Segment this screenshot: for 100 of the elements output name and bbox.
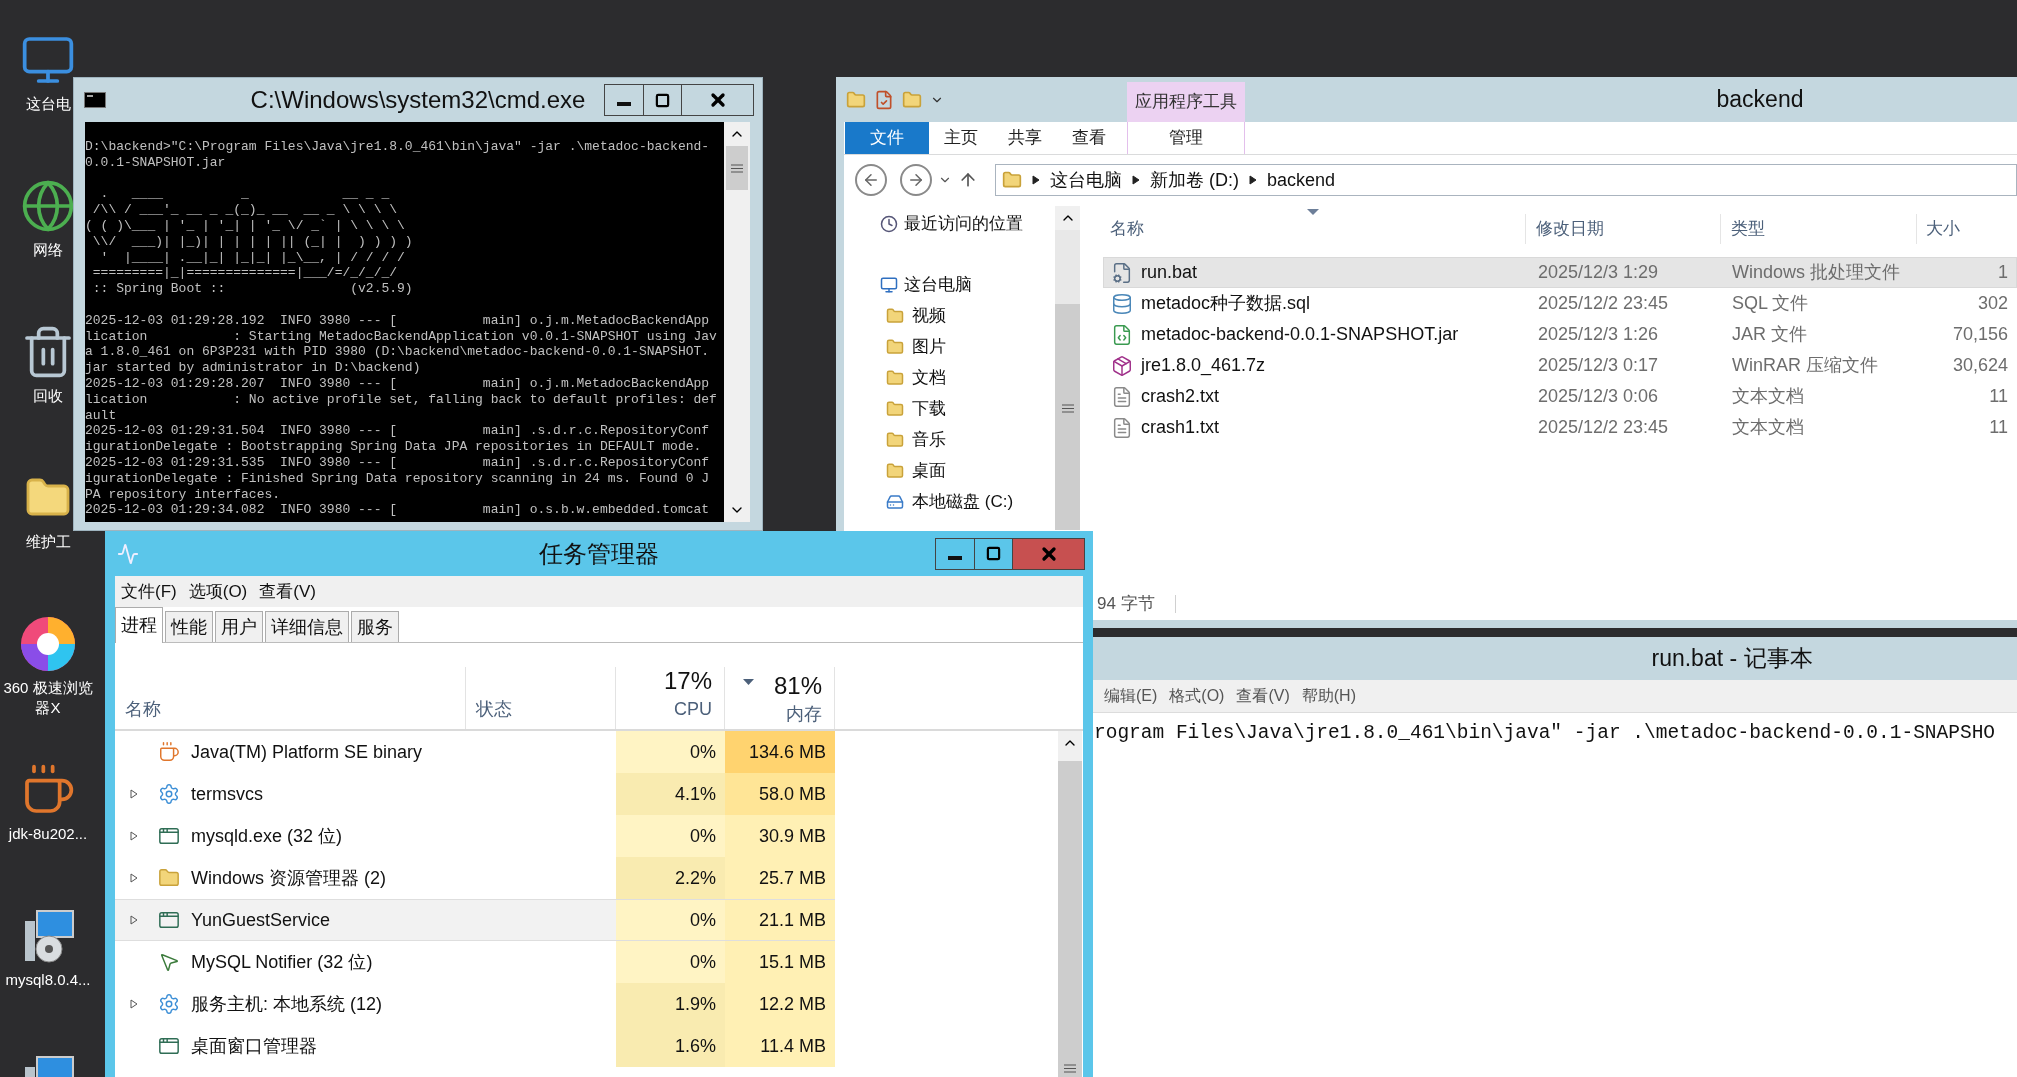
console-line: ( ( )\___ | '_ | '_| | '_ \/ _` | \ \ \ \ (85, 218, 406, 234)
process-row[interactable]: Java(TM) Platform SE binary 0% 134.6 MB (115, 731, 835, 773)
close-button[interactable] (1013, 537, 1085, 570)
scrollbar-thumb[interactable] (726, 146, 748, 190)
nav-item[interactable]: 图片 (844, 331, 1055, 362)
close-button[interactable] (682, 84, 754, 116)
file-row[interactable]: crash2.txt 2025/12/3 0:06 文本文档 11 (1103, 381, 2017, 412)
menu-item[interactable]: 编辑(E) (1104, 684, 1158, 708)
console-line: a 1.8.0_461 on 6P3P231 with PID 3980 (D:\backend\metadoc-backend-0.0.1-SNAPSHOT. (85, 344, 711, 361)
nav-item[interactable]: 下载 (844, 393, 1055, 424)
file-date: 2025/12/3 0:17 (1537, 354, 1660, 377)
file-row[interactable]: metadoc-backend-0.0.1-SNAPSHOT.jar 2025/12/3 1:26 JAR 文件 70,156 (1103, 319, 2017, 350)
folder-icon (1002, 170, 1022, 190)
maximize-button[interactable] (975, 537, 1013, 570)
process-row[interactable]: Windows 资源管理器 (2) 2.2% 25.7 MB (115, 857, 835, 899)
globe-icon[interactable] (20, 178, 76, 234)
process-name: Java(TM) Platform SE binary (191, 740, 423, 764)
process-row[interactable]: termsvcs 4.1% 58.0 MB (115, 773, 835, 815)
menu-item[interactable]: 帮助(H) (1301, 684, 1356, 708)
column-header[interactable]: 修改日期 (1526, 214, 1721, 244)
nav-item[interactable]: 这台电脑 (844, 269, 1055, 300)
process-name: 服务主机: 本地系统 (12) (191, 992, 382, 1016)
desktop-icon-label[interactable]: mysql8.0.4... (5, 970, 91, 990)
desktop-icon-label[interactable]: 维护工 (25, 532, 71, 552)
file-date: 2025/12/2 23:45 (1537, 416, 1670, 439)
column-header[interactable]: 名称 (125, 696, 161, 723)
desktop-icon-label[interactable]: 360 极速浏览器X (0, 678, 96, 718)
memory-total: 81% (773, 671, 822, 701)
tab[interactable]: 进程 (115, 607, 163, 643)
maximize-icon (986, 546, 1001, 561)
desktop-icon-label[interactable]: 这台电 (25, 94, 71, 114)
menu-item[interactable]: 查看(V) (259, 578, 316, 605)
nav-item[interactable]: 文档 (844, 362, 1055, 393)
minimize-button[interactable] (935, 537, 975, 570)
text-content[interactable]: rogram Files\Java\jre1.8.0_461\bin\java" -jar .\metadoc-backend-0.0.1-SNAPSHO (1094, 722, 1996, 744)
memory-cell: 30.9 MB (725, 815, 835, 857)
tab[interactable]: 性能 (165, 611, 213, 642)
column-header[interactable]: 内存 (786, 701, 822, 728)
nav-item[interactable]: 本地磁盘 (C:) (844, 486, 1055, 517)
desktop-icon-label[interactable]: 回收 (33, 386, 63, 406)
process-row[interactable]: 服务主机: 本地系统 (12) 1.9% 12.2 MB (115, 983, 835, 1025)
tab[interactable]: 详细信息 (265, 611, 349, 642)
folder-icon (886, 461, 904, 480)
column-header[interactable]: 名称 (1088, 214, 1526, 244)
console-icon[interactable] (84, 92, 106, 108)
file-type: 文本文档 (1731, 416, 1805, 439)
breadcrumb-item[interactable]: 新加卷 (D:) (1150, 166, 1239, 194)
back-button[interactable] (855, 164, 887, 196)
column-header[interactable]: 大小 (1917, 214, 2017, 244)
minimize-button[interactable] (604, 84, 644, 116)
scrollbar-thumb[interactable] (1055, 304, 1080, 530)
tab[interactable]: 服务 (351, 611, 399, 642)
nav-item[interactable]: 最近访问的位置 (844, 208, 1055, 239)
process-row[interactable]: MySQL Notifier (32 位) 0% 15.1 MB (115, 941, 835, 983)
console-line: igurationDelegate : Finished Spring Data repository scanning in 24 ms. Found 0 J (85, 470, 711, 487)
process-name: 桌面窗口管理器 (191, 1034, 317, 1058)
ribbon-tab[interactable]: 查看 (1057, 122, 1121, 154)
nav-item[interactable]: 视频 (844, 300, 1055, 331)
menu-item[interactable]: 文件(F) (121, 578, 177, 605)
console-line: igurationDelegate : Bootstrapping Spring Data JPA repositories in DEFAULT mode. (85, 439, 703, 455)
memory-cell: 25.7 MB (725, 857, 835, 899)
address-bar[interactable]: 这台电脑 新加卷 (D:) backend (995, 164, 2017, 196)
breadcrumb-item[interactable]: backend (1267, 166, 1336, 194)
app-window-icon (158, 825, 180, 847)
maximize-button[interactable] (644, 84, 682, 116)
tab[interactable]: 用户 (215, 611, 263, 642)
file-name: crash1.txt (1141, 416, 1220, 439)
menu-item[interactable]: 选项(O) (188, 578, 248, 605)
desktop-icon-label[interactable]: 网络 (33, 240, 63, 260)
properties-icon[interactable] (874, 89, 894, 110)
desktop-icon-label[interactable]: jdk-8u202... (8, 824, 88, 844)
process-row[interactable]: 桌面窗口管理器 1.6% 11.4 MB (115, 1025, 835, 1067)
column-header[interactable]: CPU (674, 696, 712, 723)
nav-item[interactable]: 音乐 (844, 424, 1055, 455)
menu-item[interactable]: 格式(O) (1169, 684, 1225, 708)
column-header[interactable]: 状态 (476, 696, 512, 723)
forward-button[interactable] (900, 164, 932, 196)
column-header[interactable]: 类型 (1721, 214, 1917, 244)
file-row[interactable]: crash1.txt 2025/12/2 23:45 文本文档 11 (1103, 412, 2017, 443)
context-tab-header: 应用程序工具 (1127, 82, 1245, 122)
file-size: 11 (1988, 416, 2009, 439)
console-line: PA repository interfaces. (85, 486, 282, 503)
ribbon-tab[interactable]: 主页 (929, 122, 993, 154)
file-row[interactable]: jre1.8.0_461.7z 2025/12/3 0:17 WinRAR 压缩文件 30,624 (1103, 350, 2017, 381)
file-menu-button[interactable]: 文件 (845, 122, 929, 154)
ribbon-tab[interactable]: 共享 (993, 122, 1057, 154)
nav-item[interactable]: 桌面 (844, 455, 1055, 486)
breadcrumb-item[interactable]: 这台电脑 (1050, 166, 1122, 194)
recent-places-icon (880, 214, 898, 233)
process-name: mysqld.exe (32 位) (191, 824, 343, 848)
console-line: ault (85, 407, 118, 424)
file-row[interactable]: metadoc种子数据.sql 2025/12/2 23:45 SQL 文件 302 (1103, 288, 2017, 319)
menu-item[interactable]: 查看(V) (1236, 684, 1290, 708)
process-row[interactable]: mysqld.exe (32 位) 0% 30.9 MB (115, 815, 835, 857)
scroll-up-button[interactable] (1055, 206, 1080, 230)
file-row[interactable]: run.bat 2025/12/3 1:29 Windows 批处理文件 1 (1103, 257, 2017, 288)
process-row[interactable]: YunGuestService 0% 21.1 MB (115, 899, 835, 941)
text-file-icon (1111, 416, 1133, 439)
console-line: . ____ _ __ _ _ (99, 186, 391, 203)
file-name: metadoc-backend-0.0.1-SNAPSHOT.jar (1141, 323, 1459, 346)
